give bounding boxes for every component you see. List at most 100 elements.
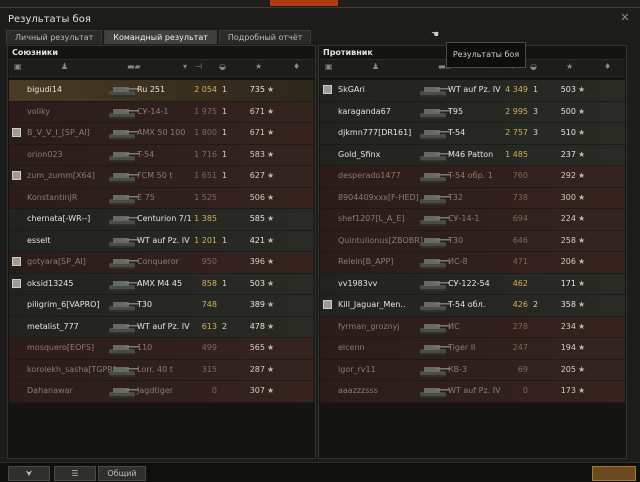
player-row[interactable]: metalist_777 WT auf Pz. IV 613 2 478 ★ bbox=[9, 316, 314, 338]
player-name[interactable]: Dahanawar bbox=[27, 386, 73, 395]
player-row[interactable]: vv1983vv СУ-122-54 462 171 ★ bbox=[320, 273, 625, 295]
chat-settings-button[interactable]: ☰ bbox=[54, 466, 96, 481]
player-row[interactable]: chernata[-WR--] Centurion 7/1 1 385 585 ★ bbox=[9, 209, 314, 231]
tank-icon[interactable]: ▬▰ bbox=[127, 62, 141, 71]
player-name[interactable]: korolekh_sasha[TGPR] bbox=[27, 365, 116, 374]
star-icon: ★ bbox=[267, 343, 275, 352]
tank-name: ИС bbox=[448, 321, 460, 331]
player-row[interactable]: zum_zumm[X64] FCM 50 t 1 651 1 627 ★ bbox=[9, 166, 314, 188]
player-row[interactable]: SkGAri WT auf Pz. IV 4 349 1 503 ★ bbox=[320, 80, 625, 102]
player-name[interactable]: Kill_Jaguar_Men.. bbox=[338, 300, 406, 309]
player-name[interactable]: vv1983vv bbox=[338, 279, 377, 288]
player-name[interactable]: esselt bbox=[27, 236, 51, 245]
experience-icon[interactable]: ★ bbox=[566, 62, 573, 71]
star-icon: ★ bbox=[578, 343, 586, 352]
player-row[interactable]: korolekh_sasha[TGPR] Lorr. 40 t 315 287 ★ bbox=[9, 359, 314, 381]
kills-icon[interactable]: ◒ bbox=[530, 62, 537, 71]
player-row[interactable]: oksid13245 AMX M4 45 858 1 503 ★ bbox=[9, 273, 314, 295]
kills-value: 1 bbox=[222, 235, 228, 245]
player-row[interactable]: shef1207[L_A_E] СУ-14-1 694 224 ★ bbox=[320, 209, 625, 231]
player-row[interactable]: KonstantinJR E 75 1 525 506 ★ bbox=[9, 187, 314, 209]
player-name[interactable]: piligrim_6[VAPRO] bbox=[27, 300, 100, 309]
player-row[interactable]: Gold_Sfinx M46 Patton 1 485 237 ★ bbox=[320, 144, 625, 166]
damage-value: 738 bbox=[512, 192, 528, 202]
tank-name: Centurion 7/1 bbox=[137, 214, 192, 223]
player-row[interactable]: elcenn Tiger II 247 194 ★ bbox=[320, 338, 625, 360]
player-name[interactable]: elcenn bbox=[338, 343, 365, 352]
gold-button[interactable] bbox=[592, 466, 636, 481]
tab-detailed[interactable]: Подробный отчёт bbox=[218, 30, 312, 44]
kills-icon[interactable]: ◒ bbox=[219, 62, 226, 71]
experience-value: 503 bbox=[249, 278, 265, 288]
player-name[interactable]: KonstantinJR bbox=[27, 193, 77, 202]
player-row[interactable]: Kill_Jaguar_Men.. T-54 обл. 426 2 358 ★ bbox=[320, 295, 625, 317]
player-name[interactable]: voliky bbox=[27, 107, 50, 116]
player-row[interactable]: Dahanawar Jagdtiger 0 307 ★ bbox=[9, 381, 314, 403]
player-name[interactable]: orion023 bbox=[27, 150, 63, 159]
player-row[interactable]: Quintulionus[ZBOBR] T30 646 258 ★ bbox=[320, 230, 625, 252]
player-name[interactable]: B_V_V_I_[SP_AI] bbox=[27, 128, 90, 137]
player-row[interactable]: karaganda67 T95 2 995 3 500 ★ bbox=[320, 101, 625, 123]
player-row[interactable]: mosquero[EOFS] 110 499 565 ★ bbox=[9, 338, 314, 360]
tab-personal[interactable]: Личный результат bbox=[6, 30, 103, 44]
player-name[interactable]: zum_zumm[X64] bbox=[27, 171, 95, 180]
damage-icon[interactable]: ⊣ bbox=[195, 62, 202, 71]
chat-channel[interactable]: Общий bbox=[98, 466, 146, 481]
player-row[interactable]: orion023 T-54 1 716 1 583 ★ bbox=[9, 144, 314, 166]
medal-icon[interactable]: ♦ bbox=[293, 62, 300, 71]
damage-value: 1 651 bbox=[194, 171, 217, 180]
top-strip bbox=[0, 0, 640, 7]
player-name[interactable]: shef1207[L_A_E] bbox=[338, 214, 405, 223]
player-icon[interactable]: ♟ bbox=[61, 62, 68, 71]
damage-value: 1 716 bbox=[194, 149, 217, 159]
tank-name: СУ-14-1 bbox=[137, 106, 169, 116]
player-name[interactable]: mosquero[EOFS] bbox=[27, 343, 94, 352]
player-row[interactable]: bigudi14 Ru 251 2 054 1 735 ★ bbox=[9, 80, 314, 102]
player-name[interactable]: djkmn777[DR161] bbox=[338, 128, 411, 137]
tank-name: T30 bbox=[448, 235, 464, 245]
player-row[interactable]: 8904409xxx[F-HED] T32 738 300 ★ bbox=[320, 187, 625, 209]
player-row[interactable]: desperado1477 T-54 обр. 1 760 292 ★ bbox=[320, 166, 625, 188]
player-name[interactable]: fyrman_groznyj bbox=[338, 322, 400, 331]
player-name[interactable]: 8904409xxx[F-HED] bbox=[338, 193, 419, 202]
experience-icon[interactable]: ★ bbox=[255, 62, 262, 71]
player-name[interactable]: desperado1477 bbox=[338, 171, 401, 180]
player-row[interactable]: esselt WT auf Pz. IV 1 201 1 421 ★ bbox=[9, 230, 314, 252]
sort-icon[interactable]: ▾ bbox=[183, 62, 187, 71]
player-row[interactable]: B_V_V_I_[SP_AI] AMX 50 100 1 800 1 671 ★ bbox=[9, 123, 314, 145]
platoon-icon[interactable]: ▣ bbox=[14, 62, 22, 71]
tab-team[interactable]: Командный результат bbox=[104, 30, 217, 44]
star-icon: ★ bbox=[267, 192, 275, 202]
platoon-icon[interactable]: ▣ bbox=[325, 62, 333, 71]
player-name[interactable]: aaazzzsss bbox=[338, 386, 378, 395]
player-name[interactable]: chernata[-WR--] bbox=[27, 214, 90, 223]
tank-name: T-54 bbox=[448, 128, 466, 137]
player-row[interactable]: voliky СУ-14-1 1 975 1 671 ★ bbox=[9, 101, 314, 123]
player-row[interactable]: djkmn777[DR161] T-54 2 757 3 510 ★ bbox=[320, 123, 625, 145]
player-name[interactable]: oksid13245 bbox=[27, 279, 73, 288]
experience-value: 583 bbox=[249, 149, 265, 159]
close-icon[interactable]: ✕ bbox=[618, 11, 632, 25]
player-row[interactable]: lgor_rv11 КВ-3 69 205 ★ bbox=[320, 359, 625, 381]
player-name[interactable]: bigudi14 bbox=[27, 85, 62, 94]
menu-button[interactable]: ⮟ bbox=[8, 466, 50, 481]
player-name[interactable]: karaganda67 bbox=[338, 107, 391, 116]
tank-name: T32 bbox=[448, 192, 464, 202]
platoon-icon bbox=[12, 171, 21, 180]
player-name[interactable]: Gold_Sfinx bbox=[338, 150, 380, 159]
player-row[interactable]: fyrman_groznyj ИС 278 234 ★ bbox=[320, 316, 625, 338]
allies-list: bigudi14 Ru 251 2 054 1 735 ★ voliky СУ-14-1 1 9… bbox=[8, 80, 315, 403]
player-row[interactable]: aaazzzsss WT auf Pz. IV 0 173 ★ bbox=[320, 381, 625, 403]
experience-value: 287 bbox=[249, 364, 265, 374]
player-name[interactable]: metalist_777 bbox=[27, 322, 79, 331]
player-name[interactable]: Relein[B_APP] bbox=[338, 257, 393, 266]
player-row[interactable]: gotyara[SP_AI] Conqueror 950 396 ★ bbox=[9, 252, 314, 274]
player-name[interactable]: lgor_rv11 bbox=[338, 365, 376, 374]
player-name[interactable]: gotyara[SP_AI] bbox=[27, 257, 86, 266]
player-icon[interactable]: ♟ bbox=[372, 62, 379, 71]
medal-icon[interactable]: ♦ bbox=[604, 62, 611, 71]
player-row[interactable]: piligrim_6[VAPRO] T30 748 389 ★ bbox=[9, 295, 314, 317]
player-name[interactable]: SkGAri bbox=[338, 85, 365, 94]
player-name[interactable]: Quintulionus[ZBOBR] bbox=[338, 236, 423, 245]
player-row[interactable]: Relein[B_APP] ИС-8 471 206 ★ bbox=[320, 252, 625, 274]
